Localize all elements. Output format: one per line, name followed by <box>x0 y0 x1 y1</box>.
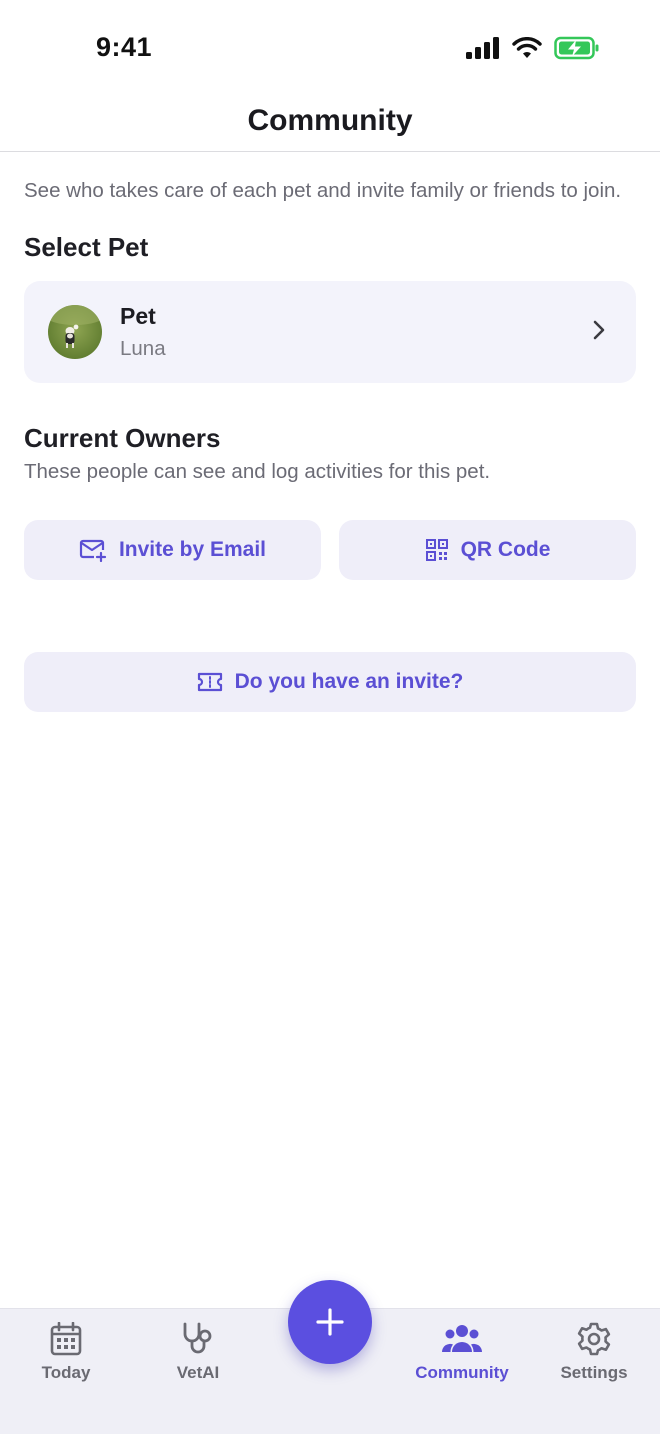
battery-charging-icon <box>554 36 599 60</box>
have-invite-button[interactable]: Do you have an invite? <box>24 652 636 712</box>
pet-name: Luna <box>120 337 166 360</box>
mail-plus-icon <box>79 539 107 562</box>
current-owners-title: Current Owners <box>24 423 221 453</box>
add-button[interactable] <box>288 1280 372 1364</box>
pet-selector-card[interactable]: Pet Luna <box>24 281 636 383</box>
calendar-icon <box>50 1322 82 1356</box>
pet-card-label: Pet <box>120 303 156 329</box>
invite-by-email-button[interactable]: Invite by Email <box>24 520 321 580</box>
main-content: See who takes care of each pet and invit… <box>24 152 636 712</box>
wifi-icon <box>512 37 542 58</box>
gear-icon <box>577 1322 611 1356</box>
tab-today[interactable]: Today <box>0 1321 132 1383</box>
page-title: Community <box>247 104 413 137</box>
tab-vetai[interactable]: VetAI <box>132 1321 264 1383</box>
qr-code-button[interactable]: QR Code <box>339 520 636 580</box>
have-invite-label: Do you have an invite? <box>234 670 464 693</box>
plus-icon <box>316 1308 344 1336</box>
select-pet-title: Select Pet <box>24 232 149 262</box>
invite-actions: Invite by Email QR Code <box>24 520 636 580</box>
status-icons <box>466 36 600 60</box>
ticket-icon <box>197 672 222 692</box>
nav-header: Community <box>0 96 660 152</box>
people-icon <box>442 1325 482 1352</box>
qr-code-icon <box>425 539 448 561</box>
pet-avatar <box>48 305 102 359</box>
intro-text: See who takes care of each pet and invit… <box>24 179 622 202</box>
qr-code-label: QR Code <box>460 538 551 561</box>
tab-community[interactable]: Community <box>396 1321 528 1383</box>
tab-settings[interactable]: Settings <box>528 1321 660 1383</box>
screen: 9:41 Community See who takes care of eac… <box>0 0 660 1434</box>
status-time: 9:41 <box>96 32 153 62</box>
tab-label-vetai: VetAI <box>176 1363 220 1382</box>
chevron-right-icon <box>593 320 605 340</box>
tab-label-community: Community <box>415 1363 509 1382</box>
tab-label-settings: Settings <box>560 1363 628 1382</box>
tab-label-today: Today <box>41 1363 91 1382</box>
current-owners-subtitle: These people can see and log activities … <box>24 460 491 483</box>
status-bar: 9:41 <box>0 0 660 96</box>
stethoscope-icon <box>183 1322 212 1354</box>
cellular-signal-icon <box>466 37 499 59</box>
invite-by-email-label: Invite by Email <box>118 538 267 561</box>
